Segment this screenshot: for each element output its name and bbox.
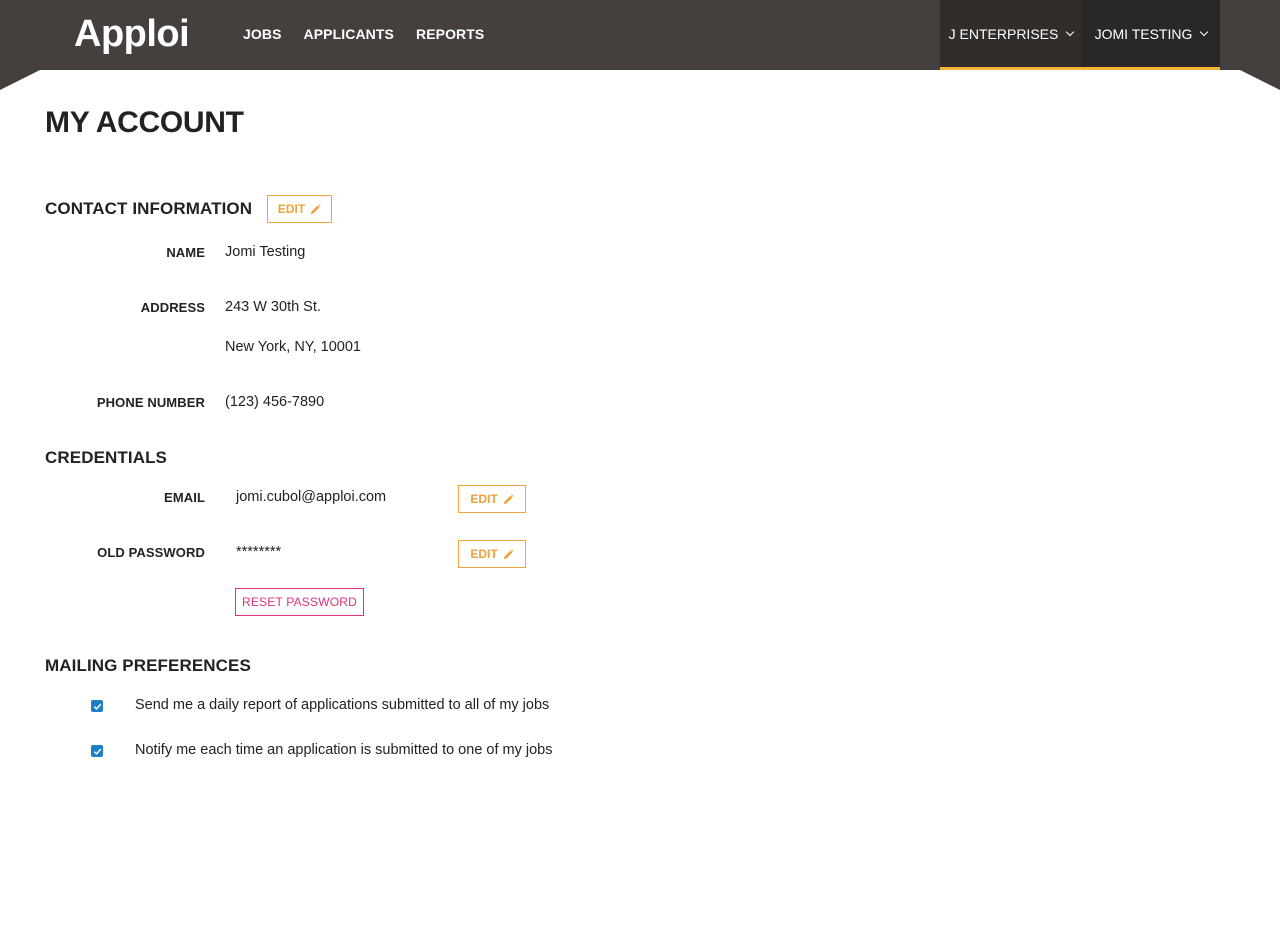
phone-label: PHONE NUMBER bbox=[96, 395, 205, 410]
edit-email-label: EDIT bbox=[470, 492, 498, 506]
notify-each-checkbox[interactable] bbox=[91, 745, 103, 757]
credentials-heading: CREDENTIALS bbox=[45, 448, 167, 467]
name-value: Jomi Testing bbox=[225, 244, 306, 260]
daily-report-label: Send me a daily report of applications s… bbox=[135, 697, 550, 713]
edit-contact-label: EDIT bbox=[277, 202, 306, 216]
main-nav: JOBS APPLICANTS REPORTS bbox=[232, 0, 495, 68]
user-name: JOMI TESTING bbox=[1094, 25, 1193, 42]
organization-dropdown[interactable]: J ENTERPRISES bbox=[940, 0, 1082, 70]
page-title: MY ACCOUNT bbox=[45, 106, 244, 139]
pencil-icon bbox=[503, 548, 514, 559]
apploi-logo[interactable]: Apploi bbox=[74, 12, 190, 56]
nav-jobs[interactable]: JOBS bbox=[243, 26, 282, 42]
edit-email-button[interactable]: EDIT bbox=[458, 485, 526, 513]
checkmark-icon bbox=[93, 703, 101, 710]
old-password-label: OLD PASSWORD bbox=[97, 545, 205, 560]
edit-password-label: EDIT bbox=[470, 547, 498, 561]
notify-each-label: Notify me each time an application is su… bbox=[135, 742, 553, 758]
nav-applicants[interactable]: APPLICANTS bbox=[304, 26, 394, 42]
phone-value: (123) 456-7890 bbox=[225, 394, 325, 410]
address-line2: New York, NY, 10001 bbox=[225, 339, 361, 355]
edit-contact-button[interactable]: EDIT bbox=[267, 195, 332, 223]
daily-report-checkbox[interactable] bbox=[91, 700, 103, 712]
top-navigation-bar: Apploi JOBS APPLICANTS REPORTS J ENTERPR… bbox=[0, 0, 1280, 90]
user-dropdown[interactable]: JOMI TESTING bbox=[1082, 0, 1220, 70]
organization-name: J ENTERPRISES bbox=[948, 25, 1059, 42]
email-value: jomi.cubol@apploi.com bbox=[236, 489, 387, 505]
address-label: ADDRESS bbox=[140, 300, 205, 315]
mailing-preferences-heading: MAILING PREFERENCES bbox=[45, 656, 251, 675]
chevron-down-icon bbox=[1200, 27, 1209, 36]
address-line1: 243 W 30th St. bbox=[225, 299, 321, 315]
pencil-icon bbox=[311, 203, 321, 214]
nav-reports[interactable]: REPORTS bbox=[416, 26, 484, 42]
chevron-down-icon bbox=[1066, 27, 1075, 36]
contact-information-heading: CONTACT INFORMATION bbox=[45, 199, 253, 218]
reset-password-button[interactable]: RESET PASSWORD bbox=[235, 588, 364, 616]
edit-password-button[interactable]: EDIT bbox=[458, 540, 526, 568]
email-label: EMAIL bbox=[164, 490, 205, 505]
password-value: ******** bbox=[236, 544, 282, 560]
name-label: NAME bbox=[166, 245, 205, 260]
pencil-icon bbox=[503, 493, 514, 504]
checkmark-icon bbox=[93, 748, 101, 755]
